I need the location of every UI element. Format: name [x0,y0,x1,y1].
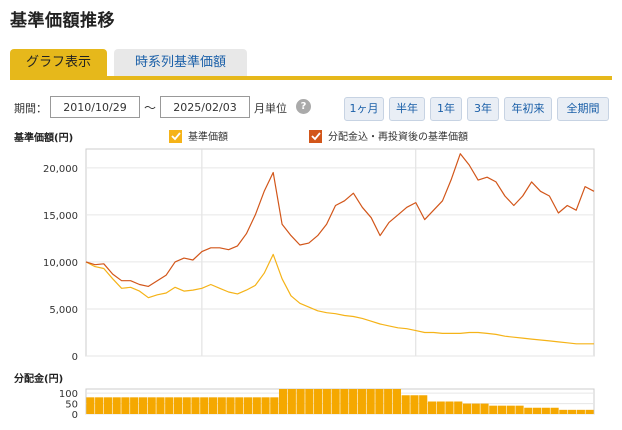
distribution-bar [445,401,454,414]
range-button-1-month[interactable]: 1ヶ月 [344,97,384,121]
help-icon[interactable]: ? [296,99,311,114]
range-button-3-year[interactable]: 3年 [467,97,499,121]
distribution-y-tick-label: 50 [65,400,78,411]
distribution-bar [121,397,130,414]
legend-nav-checkbox[interactable] [169,130,182,143]
legend-reinvested[interactable]: 分配金込・再投資後の基準価額 [309,130,468,143]
distribution-bar [235,397,244,414]
distribution-bar [489,405,498,414]
distribution-bar [252,397,261,414]
distribution-bar [270,397,279,414]
distribution-bar [287,389,296,414]
distribution-bar [480,403,489,414]
month-unit-label: 月単位 [254,102,287,115]
distribution-y-tick-label: 100 [59,389,78,400]
period-from-input[interactable] [50,96,140,118]
distribution-bar [559,409,568,414]
distribution-bar [515,405,524,414]
distribution-bar [305,389,314,414]
distribution-bar [173,397,183,414]
distribution-bar [585,409,594,414]
nav-chart: 基準価額(円) 基準価額 分配金込・再投資後の基準価額 0 5,000 10,000… [13,130,595,421]
distribution-bar [314,389,323,414]
period-separator: ～ [144,101,157,115]
legend-nav-label: 基準価額 [188,130,228,143]
distribution-bar [427,401,437,414]
distribution-chart-y-axis: 050100 [59,389,78,421]
legend-nav[interactable]: 基準価額 [169,130,228,143]
distribution-bar [471,403,480,414]
distribution-bar [130,397,139,414]
legend-reinvested-label: 分配金込・再投資後の基準価額 [328,130,468,143]
distribution-bar [95,397,104,414]
main-chart-y-axis: 0 5,000 10,000 15,000 20,000 [43,164,78,363]
distribution-bar [147,397,156,414]
series-line-nav [85,253,594,345]
distribution-bar [340,389,349,414]
y-tick-label: 0 [72,352,78,363]
tab-time-series[interactable]: 時系列基準価額 [114,49,247,76]
distribution-bar [497,405,507,414]
distribution-bar [208,397,218,414]
period-label: 期間： [14,102,47,115]
distribution-bar [419,395,428,414]
distribution-bar [278,389,288,414]
distribution-bar [226,397,235,414]
distribution-y-tick-label: 0 [72,410,78,421]
distribution-bar [357,389,366,414]
distribution-bar [331,389,340,414]
distribution-bar [182,397,191,414]
distribution-bar [243,397,253,414]
distribution-bar [506,405,515,414]
distribution-bar [296,389,305,414]
distribution-bar [454,401,463,414]
distribution-bar [156,397,165,414]
distribution-bar [541,407,550,414]
y-tick-label: 5,000 [49,305,78,316]
range-button-half-year[interactable]: 半年 [389,97,425,121]
distribution-bar [366,389,375,414]
distribution-bar [568,409,577,414]
plot-frame [85,148,595,357]
chart-title: 基準価額(円) [13,131,73,144]
distribution-bar [410,395,419,414]
distribution-bar [532,407,542,414]
range-button-1-year[interactable]: 1年 [430,97,462,121]
range-button-all[interactable]: 全期間 [557,97,609,121]
distribution-bar [375,389,384,414]
period-to-input[interactable] [160,96,250,118]
distribution-bar [462,403,472,414]
distribution-bar [191,397,200,414]
distribution-chart-title: 分配金(円) [14,372,63,385]
main-chart-series [85,153,595,345]
distribution-bar [524,407,533,414]
legend-reinvested-checkbox[interactable] [309,130,322,143]
main-chart-grid [85,148,595,357]
y-tick-label: 10,000 [43,258,78,269]
range-button-ytd[interactable]: 年初来 [504,97,552,121]
y-tick-label: 20,000 [43,164,78,175]
distribution-bar [112,397,121,414]
distribution-bar [261,397,270,414]
y-tick-label: 15,000 [43,211,78,222]
tab-bar: グラフ表示 時系列基準価額 [10,49,612,80]
distribution-bar [103,397,112,414]
distribution-bar [165,397,174,414]
distribution-bar [86,397,95,414]
distribution-bar [349,389,358,414]
distribution-bar [550,407,559,414]
distribution-bar [401,395,410,414]
distribution-bar [200,397,209,414]
distribution-bar [384,389,393,414]
tab-graph-view[interactable]: グラフ表示 [10,49,107,76]
distribution-bar [576,409,585,414]
distribution-bar [217,397,226,414]
series-line-reinvested [85,153,595,287]
distribution-bar [436,401,445,414]
distribution-bar [392,389,402,414]
distribution-bar [322,389,331,414]
distribution-bar [138,397,148,414]
page-title: 基準価額推移 [10,11,115,31]
